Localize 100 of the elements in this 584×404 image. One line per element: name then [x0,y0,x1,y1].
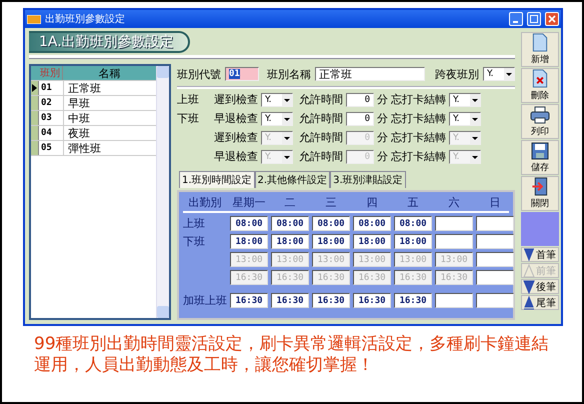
printer-icon [530,106,550,124]
close-button[interactable] [545,12,559,26]
column-header: 五 [406,195,420,210]
field-label: 允許時間 [299,130,343,145]
table-cell: 05 [39,141,64,155]
exit-door-icon [531,177,549,196]
time-field[interactable]: 16:30 [230,293,268,308]
delete-document-icon [532,69,548,88]
time-field[interactable] [476,293,514,308]
column-header: 出勤別 [188,195,222,210]
dropdown[interactable]: Y. [449,92,481,106]
dropdown[interactable]: Y. [261,92,293,106]
time-field[interactable] [476,234,514,249]
last-record-icon [523,296,535,310]
time-field[interactable]: 08:00 [312,216,350,231]
column-header: 二 [284,195,296,210]
caret-icon [504,68,514,80]
field-label: 忘打卡結轉 [391,130,446,145]
caret-icon [282,94,292,106]
field-label: 忘打卡結轉 [391,149,446,164]
time-field[interactable]: 08:00 [394,216,432,231]
toolbar-button[interactable]: 關閉 [521,176,559,211]
field-label: 早退檢查 [214,149,258,164]
previous-record-icon [523,264,535,278]
toolbar-panel [521,212,559,246]
column-header: 三 [324,195,338,210]
time-field[interactable]: 18:00 [353,234,391,249]
time-field[interactable]: 08:00 [353,216,391,231]
time-field[interactable]: 18:00 [312,234,350,249]
column-header: 六 [448,195,460,210]
field-label: 遲到檢查 [214,130,258,145]
app-icon [27,14,41,24]
table-cell-text: 早班 [67,96,91,110]
navigation-button[interactable]: 尾筆 [521,295,559,310]
time-field[interactable]: 16:30 [353,293,391,308]
time-field[interactable]: 18:00 [394,234,432,249]
dropdown[interactable]: Y. [261,112,293,126]
caption: 99種班別出勤時間靈活設定，刷卡異常邏輯活設定，多種刷卡鐘連結運用，人員出勤動態及工時，讓您確切掌握！ [33,333,550,376]
toolbar-button[interactable]: 刪除 [521,68,559,103]
time-field[interactable] [476,252,514,267]
field-label: 遲到檢查 [214,92,258,107]
table-cell: 02 [39,96,64,110]
time-field[interactable] [435,293,473,308]
table-cell-text: 夜班 [67,126,91,140]
table-cell-text: 中班 [67,110,91,126]
document-icon [532,33,548,52]
column-header: 日 [488,195,502,210]
row-label: 下班 [177,112,199,125]
field-label: 允許時間 [299,149,343,164]
time-field[interactable] [476,216,514,231]
navigation-button[interactable]: 首筆 [521,247,559,262]
toolbar-button[interactable]: 新增 [521,32,559,67]
close-icon [548,15,556,23]
dropdown[interactable]: Y. [449,112,481,126]
column-header[interactable]: 名稱 [63,66,156,80]
caret-icon [470,150,480,162]
time-field[interactable]: 18:00 [230,234,268,249]
table-cell-text: 彈性班 [67,140,102,156]
field-label: 允許時間 [299,111,343,126]
field-label: 忘打卡結轉 [391,92,446,107]
minutes-field[interactable]: 0 [346,112,374,126]
time-field[interactable] [435,234,473,249]
time-field[interactable] [435,216,473,231]
code-field[interactable]: 01 [225,67,259,81]
unit-label: 分 [377,92,388,107]
column-header: 星期一 [232,195,266,210]
time-field[interactable]: 16:30 [271,293,309,308]
time-field[interactable]: 16:30 [312,293,350,308]
tab[interactable]: 1.班別時間設定 [179,171,255,188]
caret-icon [282,132,292,144]
field-label: 跨夜班別 [435,66,479,82]
time-field[interactable]: 16:30 [394,293,432,308]
field-label: 早退檢查 [214,111,258,126]
tab[interactable]: 2.其他條件設定 [254,171,330,188]
unit-label: 分 [377,130,388,145]
row-label: 加班上班 [183,294,227,307]
caret-icon [282,112,292,124]
row-label: 下班 [183,235,205,248]
table-cell: 03 [39,111,64,125]
toolbar-button[interactable]: 列印 [521,104,559,139]
scrollbar[interactable] [156,66,169,318]
table-cell: 01 [39,81,64,95]
row-indicator[interactable] [31,81,39,95]
tab[interactable]: 3.班別津貼設定 [330,171,406,188]
table-cell: 04 [39,126,64,140]
minutes-field[interactable]: 0 [346,92,374,106]
dropdown[interactable]: Y. [483,67,515,81]
name-field[interactable]: 正常班 [315,67,425,81]
navigation-button[interactable]: 後筆 [521,279,559,294]
time-field[interactable]: 08:00 [271,216,309,231]
caret-icon [470,112,480,124]
time-field[interactable]: 08:00 [230,216,268,231]
caret-icon [470,132,480,144]
toolbar-button[interactable]: 儲存 [521,140,559,175]
maximize-button[interactable] [527,12,541,26]
time-field[interactable] [476,270,514,285]
time-field[interactable]: 18:00 [271,234,309,249]
column-header: 四 [366,195,378,210]
window-title: 出勤班別參數設定 [45,12,126,26]
minimize-button[interactable] [509,12,523,26]
